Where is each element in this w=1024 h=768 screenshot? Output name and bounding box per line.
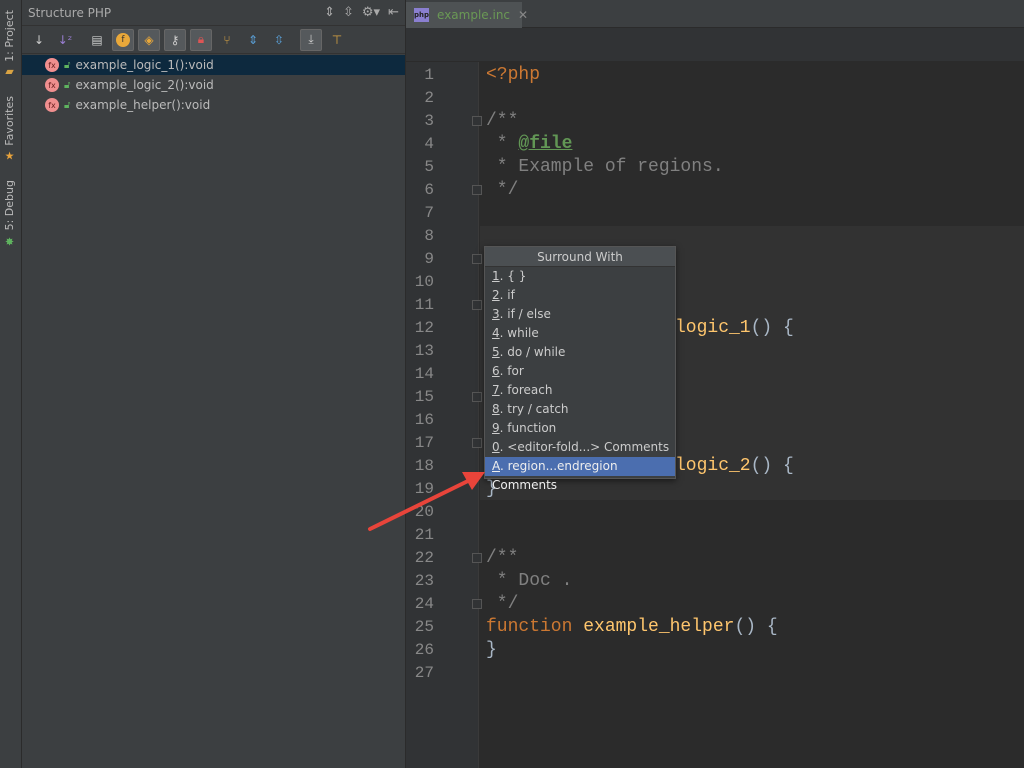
- annotation-arrow: [368, 472, 485, 531]
